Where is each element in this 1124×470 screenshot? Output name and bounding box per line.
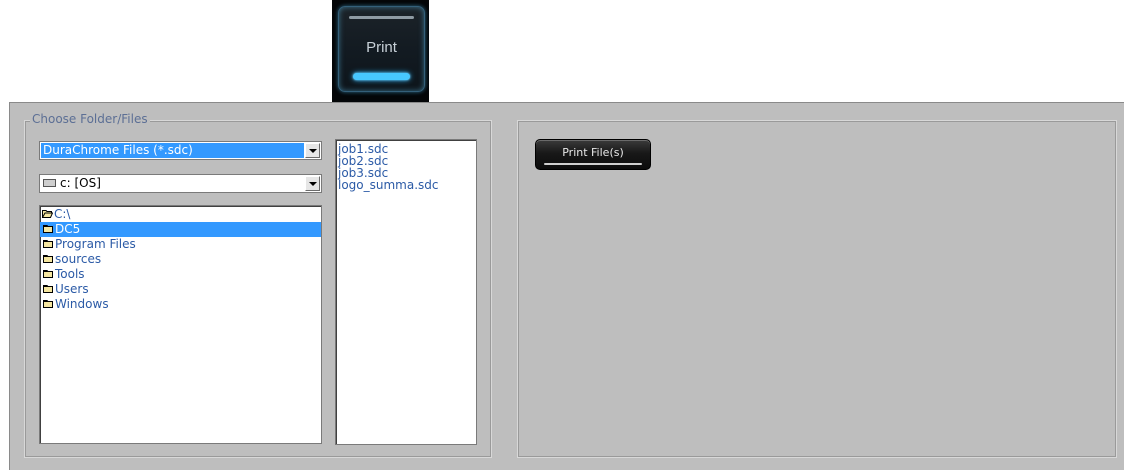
print-files-label: Print File(s) [562,146,624,159]
folder-item-users[interactable]: Users [40,282,321,297]
folder-item-program-files[interactable]: Program Files [40,237,321,252]
folder-item-label: sources [55,252,102,266]
folder-icon [43,269,53,278]
folder-icon [43,254,53,263]
folder-item-windows[interactable]: Windows [40,297,321,312]
drive-label: c: [OS] [60,176,101,190]
folder-item-sources[interactable]: sources [40,252,321,267]
folder-icon [43,239,53,248]
chevron-down-icon[interactable] [305,143,320,158]
folder-icon [43,224,53,233]
folder-root-label: C:\ [54,207,71,221]
folder-tree[interactable]: C:\ DC5 Program Files sources Tools User… [39,205,322,444]
drive-value: c: [OS] [41,176,304,191]
folder-item-label: Windows [55,297,109,311]
folder-icon [43,299,53,308]
print-tab-face: Print [338,6,425,92]
button-underline [544,163,642,165]
folder-item-dc5[interactable]: DC5 [40,222,321,237]
print-actions-group [517,120,1117,458]
active-indicator [353,73,410,80]
folder-item-label: Program Files [55,237,136,251]
folder-root[interactable]: C:\ [40,207,321,222]
drive-icon [43,178,56,187]
folder-item-label: Tools [55,267,85,281]
print-tab-label: Print [366,39,397,56]
print-files-button[interactable]: Print File(s) [535,139,651,170]
folder-item-label: Users [55,282,89,296]
file-type-filter-value: DuraChrome Files (*.sdc) [41,143,304,158]
file-type-filter-select[interactable]: DuraChrome Files (*.sdc) [39,141,322,160]
chevron-down-icon[interactable] [305,176,320,191]
file-list[interactable]: job1.sdc job2.sdc job3.sdc logo_summa.sd… [335,139,477,445]
folder-icon [43,284,53,293]
file-item[interactable]: logo_summa.sdc [336,179,476,191]
print-tab[interactable]: Print [332,0,429,102]
group-title: Choose Folder/Files [30,112,150,126]
open-folder-icon [42,209,53,218]
folder-item-label: DC5 [55,222,81,236]
drive-select[interactable]: c: [OS] [39,174,322,193]
folder-item-tools[interactable]: Tools [40,267,321,282]
tab-top-bar [349,16,414,19]
